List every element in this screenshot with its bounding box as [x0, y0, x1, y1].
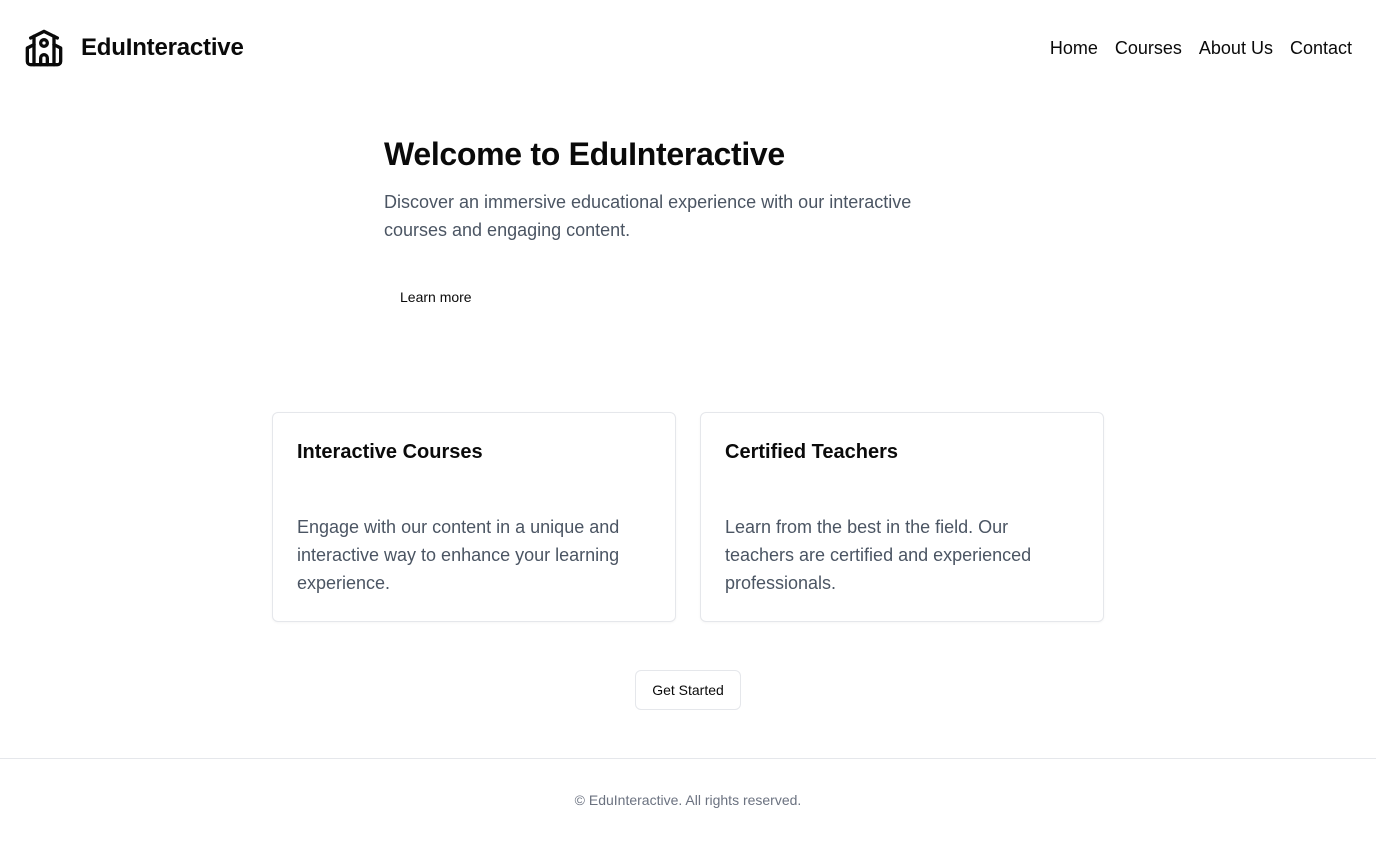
footer-copyright: © EduInteractive. All rights reserved.	[574, 792, 802, 808]
feature-card-interactive-courses: Interactive Courses Engage with our cont…	[272, 412, 676, 622]
feature-card-description: Engage with our content in a unique and …	[297, 517, 620, 593]
main-nav: Home Courses About Us Contact	[1050, 38, 1352, 59]
nav-courses[interactable]: Courses	[1115, 38, 1182, 59]
cta-container: Get Started	[0, 670, 1376, 710]
school-icon	[24, 28, 64, 68]
feature-card-title: Interactive Courses	[297, 441, 483, 463]
page: EduInteractive Home Courses About Us Con…	[0, 0, 1376, 846]
feature-card-certified-teachers: Certified Teachers Learn from the best i…	[700, 412, 1104, 622]
nav-about-us[interactable]: About Us	[1199, 38, 1273, 59]
hero-section: Welcome to EduInteractive Discover an im…	[384, 134, 1004, 305]
brand-link[interactable]: EduInteractive	[24, 28, 244, 68]
hero-description: Discover an immersive educational experi…	[384, 192, 912, 240]
hero-title: Welcome to EduInteractive	[384, 136, 785, 172]
get-started-button[interactable]: Get Started	[635, 670, 741, 710]
brand-name: EduInteractive	[81, 34, 244, 61]
features-section: Interactive Courses Engage with our cont…	[272, 412, 1104, 622]
learn-more-button[interactable]: Learn more	[384, 279, 488, 315]
feature-card-title: Certified Teachers	[725, 441, 899, 463]
feature-card-description: Learn from the best in the field. Our te…	[725, 517, 1032, 593]
site-footer: © EduInteractive. All rights reserved.	[0, 758, 1376, 846]
site-header: EduInteractive Home Courses About Us Con…	[0, 0, 1376, 96]
nav-contact[interactable]: Contact	[1290, 38, 1352, 59]
nav-home[interactable]: Home	[1050, 38, 1098, 59]
